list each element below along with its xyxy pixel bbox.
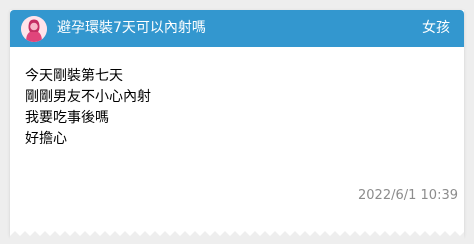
post-header: 避孕環裝7天可以內射嗎 女孩 [10, 10, 464, 47]
post-card[interactable]: 避孕環裝7天可以內射嗎 女孩 今天剛裝第七天 剛剛男友不小心內射 我要吃事後嗎 … [10, 10, 464, 240]
content-line: 我要吃事後嗎 [25, 110, 109, 126]
content-line: 今天剛裝第七天 [25, 68, 123, 84]
torn-edge-divider [10, 231, 464, 240]
content-line: 剛剛男友不小心內射 [25, 89, 151, 105]
post-title[interactable]: 避孕環裝7天可以內射嗎 [57, 10, 206, 47]
board-name[interactable]: 女孩 [422, 10, 450, 47]
content-line: 好擔心 [25, 131, 67, 147]
post-timestamp: 2022/6/1 10:39 [358, 188, 458, 203]
female-avatar-icon [21, 16, 47, 42]
post-content: 今天剛裝第七天 剛剛男友不小心內射 我要吃事後嗎 好擔心 [25, 66, 151, 150]
